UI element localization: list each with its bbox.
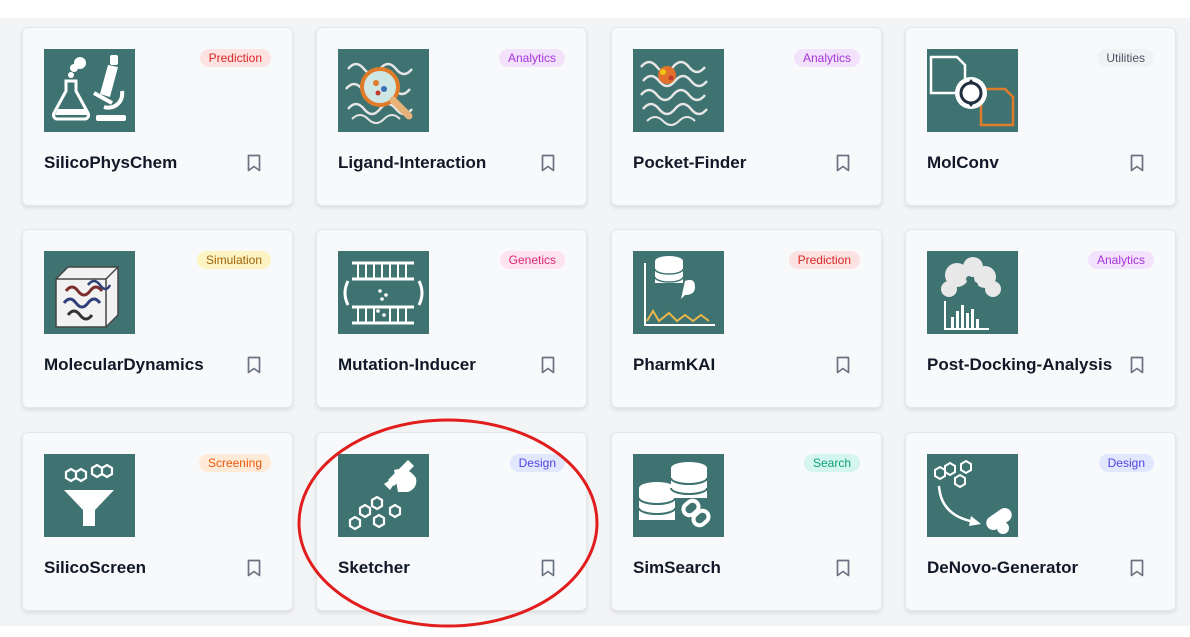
- bookmark-icon[interactable]: [540, 154, 556, 172]
- category-badge: Utilities: [1097, 49, 1154, 67]
- bookmark-icon[interactable]: [835, 356, 851, 374]
- tool-title: Sketcher: [338, 558, 410, 577]
- dna-mutation-icon: [338, 251, 429, 334]
- tool-card-grid: Prediction SilicoPhysChem Analytics Ligand…: [0, 0, 1190, 637]
- category-badge: Design: [1098, 454, 1154, 472]
- tool-title: Pocket-Finder: [633, 153, 747, 172]
- category-badge: Simulation: [196, 251, 271, 269]
- protein-pocket-icon: [633, 49, 724, 132]
- database-pk-curve-icon: [633, 251, 724, 334]
- tool-title: Ligand-Interaction: [338, 153, 487, 172]
- tool-card-ligand-interaction[interactable]: Analytics Ligand-Interaction: [316, 27, 587, 206]
- bookmark-icon[interactable]: [1129, 154, 1145, 172]
- bookmark-icon[interactable]: [246, 154, 262, 172]
- bookmark-icon[interactable]: [1129, 559, 1145, 577]
- database-link-icon: [633, 454, 724, 537]
- protein-magnifier-icon: [338, 49, 429, 132]
- tool-title: SilicoPhysChem: [44, 153, 178, 172]
- category-badge: Screening: [198, 454, 271, 472]
- tool-card-silicoscreen[interactable]: Screening SilicoScreen: [22, 432, 293, 611]
- category-badge: Genetics: [499, 251, 565, 269]
- category-badge: Analytics: [1087, 251, 1154, 269]
- hand-pen-molecules-icon: [338, 454, 429, 537]
- tool-card-pocket-finder[interactable]: Analytics Pocket-Finder: [611, 27, 882, 206]
- bookmark-icon[interactable]: [540, 356, 556, 374]
- tool-title: SilicoScreen: [44, 558, 147, 577]
- category-badge: Analytics: [793, 49, 860, 67]
- tool-card-mutation-inducer[interactable]: Genetics Mutation-Inducer: [316, 229, 587, 408]
- molecule-funnel-icon: [44, 454, 135, 537]
- category-badge: Prediction: [788, 251, 860, 269]
- tool-title: Mutation-Inducer: [338, 355, 476, 374]
- tool-title: PharmKAI: [633, 355, 716, 374]
- tool-card-pharmkai[interactable]: Prediction PharmKAI: [611, 229, 882, 408]
- bookmark-icon[interactable]: [835, 559, 851, 577]
- tool-title: DeNovo-Generator: [927, 558, 1079, 577]
- tool-card-simsearch[interactable]: Search SimSearch: [611, 432, 882, 611]
- molecule-to-pill-icon: [927, 454, 1018, 537]
- tool-card-post-docking-analysis[interactable]: Analytics Post-Docking-Analysis: [905, 229, 1176, 408]
- tool-title: MolecularDynamics: [44, 355, 204, 374]
- tool-title: SimSearch: [633, 558, 721, 577]
- bookmark-icon[interactable]: [1129, 356, 1145, 374]
- category-badge: Design: [509, 454, 565, 472]
- protein-box-icon: [44, 251, 135, 334]
- bookmark-icon[interactable]: [246, 559, 262, 577]
- category-badge: Search: [803, 454, 860, 472]
- category-badge: Analytics: [498, 49, 565, 67]
- bookmark-icon[interactable]: [246, 356, 262, 374]
- tool-title: MolConv: [927, 153, 999, 172]
- tool-card-sketcher[interactable]: Design Sketcher: [316, 432, 587, 611]
- protein-histogram-icon: [927, 251, 1018, 334]
- bookmark-icon[interactable]: [835, 154, 851, 172]
- file-convert-icon: [927, 49, 1018, 132]
- tool-card-denovo-generator[interactable]: Design DeNovo-Generator: [905, 432, 1176, 611]
- bookmark-icon[interactable]: [540, 559, 556, 577]
- category-badge: Prediction: [199, 49, 271, 67]
- tool-card-molconv[interactable]: Utilities MolConv: [905, 27, 1176, 206]
- flask-microscope-icon: [44, 49, 135, 132]
- tool-card-moleculardynamics[interactable]: Simulation MolecularDynamics: [22, 229, 293, 408]
- tool-card-silicophyschem[interactable]: Prediction SilicoPhysChem: [22, 27, 293, 206]
- tool-title: Post-Docking-Analysis: [927, 355, 1113, 374]
